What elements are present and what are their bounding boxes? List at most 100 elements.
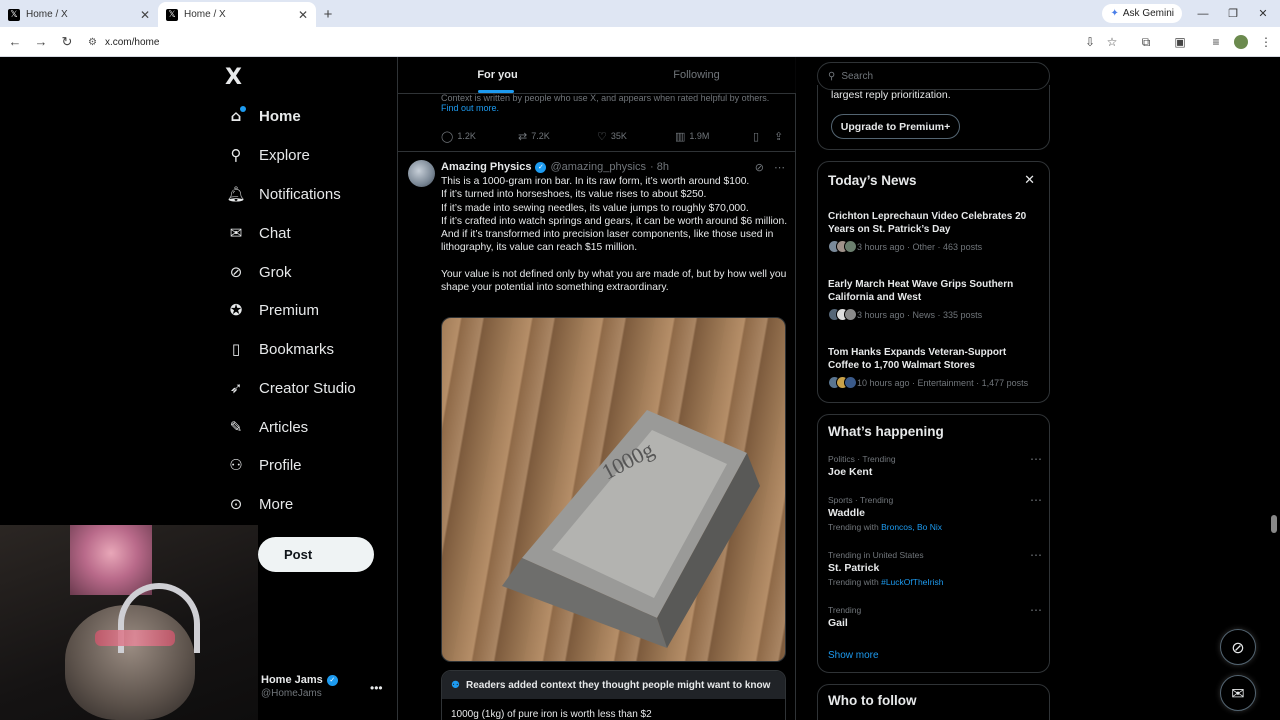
extensions-icon[interactable]: ⧉ [1136,32,1156,52]
nav-item-bookmarks[interactable]: ▯ Bookmarks [227,334,334,364]
tweet-more-icon[interactable]: ⋯ [774,161,785,174]
webcam-overlay [0,525,258,720]
repost-count: 7.2K [531,131,550,141]
tweet-line: And if it’s transformed into precision l… [441,229,774,254]
grok-fab-icon[interactable]: ⊘ [1220,629,1256,665]
url-field[interactable]: ⚙ x.com/home [80,31,1130,53]
trend-category: Politics · Trending [828,454,896,464]
trend-more-icon[interactable]: ⋯ [1030,452,1042,466]
views-button[interactable]: ▥ 1.9M [675,130,709,143]
reload-button[interactable]: ↻ [55,30,79,54]
more-circle-icon: ⊙ [229,495,243,513]
articles-icon: ✎ [229,418,243,436]
trend-item[interactable]: Trending in United States St. Patrick Tr… [828,548,1042,587]
avatars-stack [828,308,857,321]
bell-icon: 🔔︎ [226,185,246,203]
close-icon[interactable]: ✕ [1024,173,1035,188]
ask-gemini-label: Ask Gemini [1122,8,1174,19]
trending-with-links[interactable]: Broncos, Bo Nix [881,522,942,532]
nav-item-premium[interactable]: ✪ Premium [227,295,319,325]
trend-more-icon[interactable]: ⋯ [1030,548,1042,562]
bookmark-button[interactable]: ▯ [753,130,759,143]
ask-gemini-button[interactable]: ✦ Ask Gemini [1102,4,1182,23]
avatar[interactable] [408,160,435,187]
timeline: Context is written by people who use X, … [397,57,796,720]
install-icon[interactable]: ⇩ [1080,32,1100,52]
news-meta-text: 10 hours ago · Entertainment · 1,477 pos… [857,377,1029,388]
upgrade-premium-button[interactable]: Upgrade to Premium+ [831,114,960,139]
nav-item-articles[interactable]: ✎ Articles [227,412,308,442]
account-name: Home Jams [261,674,323,686]
find-out-more-link[interactable]: Find out more. [441,103,781,113]
nav-item-profile[interactable]: ⚇ Profile [227,450,301,480]
tab-search-icon[interactable]: ▣ [1170,32,1190,52]
trend-item[interactable]: Politics · Trending Joe Kent ⋯ [828,452,1042,478]
nav-item-notifications[interactable]: 🔔︎ Notifications [226,179,340,209]
page-scrollbar[interactable] [1270,57,1278,720]
news-meta: 3 hours ago · Other · 463 posts [828,240,1040,253]
media-icon[interactable]: ≡ [1206,32,1226,52]
news-title: Today’s News [828,173,917,188]
account-more-icon[interactable]: ••• [370,681,383,695]
tweet-image[interactable]: 1000g [441,317,786,662]
post-button[interactable]: Post [258,537,374,572]
community-note[interactable]: ⚉ Readers added context they thought peo… [441,670,786,720]
share-button[interactable]: ⇪ [774,130,783,143]
minimize-button[interactable]: — [1188,0,1218,27]
tweet-time[interactable]: · 8h [650,161,669,173]
site-info-icon[interactable]: ⚙ [88,37,97,48]
nav-item-grok[interactable]: ⊘ Grok [227,257,292,287]
messages-fab-icon[interactable]: ✉ [1220,675,1256,711]
community-note-body: 1000g (1kg) of pure iron is worth less t… [451,709,652,720]
nav-item-home[interactable]: ⌂ Home [227,101,301,131]
browser-tab-2[interactable]: 𝕏 Home / X ✕ [158,2,316,27]
search-placeholder: Search [841,70,874,82]
avatars-stack [828,376,857,389]
back-button[interactable]: ← [3,30,27,54]
window-close-button[interactable]: ✕ [1248,0,1278,27]
trend-name: Waddle [828,507,865,519]
trend-name: Gail [828,617,848,629]
profile-avatar-icon[interactable] [1231,32,1251,52]
trending-with-links[interactable]: #LuckOfTheIrish [881,577,943,587]
author-handle[interactable]: @amazing_physics [550,161,646,173]
nav-item-creator-studio[interactable]: ➶ Creator Studio [227,373,356,403]
bookmark-star-icon[interactable]: ☆ [1102,32,1122,52]
tweet-divider [398,151,796,152]
repost-button[interactable]: ⇄ 7.2K [518,130,550,143]
reply-button[interactable]: ◯ 1.2K [441,130,476,143]
trend-item[interactable]: Trending Gail ⋯ [828,603,1042,629]
forward-button[interactable]: → [29,30,53,54]
previous-tweet-actions: ◯ 1.2K ⇄ 7.2K ♡ 35K ▥ 1.9M ▯ ⇪ [441,128,791,144]
tab-for-you[interactable]: For you [398,57,597,93]
trend-more-icon[interactable]: ⋯ [1030,603,1042,617]
maximize-button[interactable]: ❐ [1218,0,1248,27]
author-name[interactable]: Amazing Physics [441,161,531,173]
close-icon[interactable]: ✕ [140,8,150,22]
browser-tab-1[interactable]: 𝕏 Home / X ✕ [0,2,158,27]
news-item[interactable]: Crichton Leprechaun Video Celebrates 20 … [828,210,1040,253]
close-icon[interactable]: ✕ [298,8,308,22]
nav-item-explore[interactable]: ⚲ Explore [227,140,310,170]
like-button[interactable]: ♡ 35K [597,130,627,143]
trend-item[interactable]: Sports · Trending Waddle Trending with B… [828,493,1042,532]
news-meta-text: 3 hours ago · Other · 463 posts [857,241,983,252]
trending-with: Trending with Broncos, Bo Nix [828,522,1040,532]
search-input[interactable]: ⚲ Search [817,62,1050,90]
news-item[interactable]: Early March Heat Wave Grips Southern Cal… [828,278,1040,321]
tab-following[interactable]: Following [597,57,796,93]
show-more-link[interactable]: Show more [828,650,879,661]
trend-more-icon[interactable]: ⋯ [1030,493,1042,507]
rocket-icon: ➶ [229,379,243,397]
browser-menu-icon[interactable]: ⋮ [1256,32,1276,52]
nav-item-more[interactable]: ⊙ More [227,489,293,519]
nav-item-chat[interactable]: ✉ Chat [227,218,291,248]
new-tab-button[interactable]: + [316,2,340,27]
grok-explain-icon[interactable]: ⊘ [755,161,764,174]
scrollbar-thumb[interactable] [1271,515,1277,533]
x-logo-icon[interactable]: X [225,65,242,90]
news-item[interactable]: Tom Hanks Expands Veteran-Support Coffee… [828,346,1040,389]
mail-icon: ✉ [229,224,243,242]
reply-icon: ◯ [441,129,454,143]
